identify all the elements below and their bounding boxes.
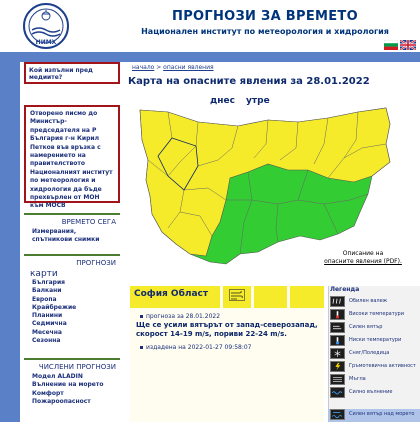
menu-weather-now-heading: ВРЕМЕТО СЕГА xyxy=(61,218,116,226)
menu-numerical-heading: ЧИСЛЕНИ ПРОГНОЗИ xyxy=(38,363,116,371)
breadcrumb: начало > опасни явления xyxy=(128,62,420,74)
menu-numerical: ЧИСЛЕНИ ПРОГНОЗИ Модел ALADIN Вълнение н… xyxy=(24,358,120,422)
bullet-icon xyxy=(140,314,143,318)
sea-waves-icon xyxy=(330,387,345,398)
open-letter-box[interactable]: Отворено писмо до Министър-председателя … xyxy=(24,105,120,209)
breadcrumb-current-link[interactable]: опасни явления xyxy=(163,64,213,71)
menu-item-europe[interactable]: Европа xyxy=(24,296,120,304)
legend-item-high-temperature[interactable]: Високи температури xyxy=(330,309,420,321)
region-forecast-text: Ще се усили вятърът от запад-северозапад… xyxy=(136,321,318,338)
menu-item-mountains[interactable]: Планини xyxy=(24,312,120,320)
legend-title: Легенда xyxy=(330,286,360,293)
menu-item-balkans[interactable]: Балкани xyxy=(24,287,120,295)
site-title: ПРОГНОЗИ ЗА ВРЕМЕТО xyxy=(172,9,358,24)
menu-item-bulgaria[interactable]: България xyxy=(24,279,120,287)
strong-wind-icon xyxy=(229,289,245,301)
high-temperature-icon xyxy=(330,309,345,320)
top-blue-bar xyxy=(20,52,420,62)
menu-item-fire-danger[interactable]: Пожароопасност xyxy=(24,398,120,406)
who-spoke-box[interactable]: Кой изпълни пред медиите? xyxy=(24,62,120,84)
region-forecast-date: прогноза за 28.01.2022 xyxy=(140,313,220,320)
legend-label: Обилен валеж xyxy=(349,298,388,304)
map-note-line2[interactable]: опасните явления (PDF). xyxy=(318,258,408,266)
english-flag-icon[interactable] xyxy=(400,40,416,50)
legend-label: Гръмотевична активност xyxy=(349,363,416,369)
logo-text: НИМХ xyxy=(36,39,57,46)
legend-label: Ниски температури xyxy=(349,337,402,343)
menu-maps-label: карти xyxy=(30,269,58,279)
site-subtitle: Национален институт по метеорология и хи… xyxy=(141,27,389,36)
region-issued-text: издадена на 2022-01-27 09:58:07 xyxy=(146,344,252,351)
legend-item-wind-sea[interactable]: Силен вятър над морето xyxy=(330,409,420,421)
legend-item-low-temperature[interactable]: Ниски температури xyxy=(330,335,420,347)
menu-item-sea-waves[interactable]: Вълнение на морето xyxy=(24,381,120,389)
region-header-cell xyxy=(254,286,287,308)
menu-item-measurements[interactable]: Измервания, xyxy=(24,228,120,236)
fog-icon xyxy=(330,374,345,385)
menu-item-monthly[interactable]: Месечна xyxy=(24,329,120,337)
snow-ice-icon xyxy=(330,348,345,359)
legend-label: Силен вятър xyxy=(349,324,383,330)
menu-item-aladin[interactable]: Модел ALADIN xyxy=(24,373,120,381)
left-blue-strip xyxy=(0,52,20,422)
low-temperature-icon xyxy=(330,335,345,346)
legend-label: Силно вълнение xyxy=(349,389,393,395)
region-header-cell xyxy=(290,286,324,308)
legend-item-snow-ice[interactable]: Сняг/Поледица xyxy=(330,348,420,360)
strong-wind-icon xyxy=(330,322,345,333)
thunderstorm-icon xyxy=(330,361,345,372)
menu-item-satellite[interactable]: спътникови снимки xyxy=(24,236,120,244)
menu-item-weekly[interactable]: Седмична xyxy=(24,320,120,328)
nimh-logo-icon[interactable]: НИМХ xyxy=(22,2,70,50)
map-description-link[interactable]: Описание на опасните явления (PDF). xyxy=(318,250,408,265)
region-forecast-date-text: прогноза за 28.01.2022 xyxy=(146,313,221,320)
who-spoke-label[interactable]: Кой изпълни пред медиите? xyxy=(29,67,93,81)
region-issued: издадена на 2022-01-27 09:58:07 xyxy=(140,344,252,351)
menu-item-seasonal[interactable]: Сезонна xyxy=(24,337,120,345)
map-title: Карта на опасните явления за 28.01.2022 xyxy=(128,76,370,87)
map-note-line1[interactable]: Описание на xyxy=(318,250,408,258)
region-name: София Област xyxy=(134,289,209,299)
legend-item-fog[interactable]: Мъгла xyxy=(330,374,420,386)
legend-label: Високи температури xyxy=(349,311,404,317)
breadcrumb-home-link[interactable]: начало xyxy=(132,64,154,71)
legend-item-thunderstorm[interactable]: Гръмотевична активност xyxy=(330,361,420,373)
legend-item-strong-wind[interactable]: Силен вятър xyxy=(330,322,420,334)
menu-forecasts-heading: ПРОГНОЗИ xyxy=(76,259,116,267)
menu-item-comfort[interactable]: Комфорт xyxy=(24,390,120,398)
menu-forecasts: ПРОГНОЗИ карти България Балкани Европа К… xyxy=(24,254,120,356)
legend-item-heavy-rain[interactable]: Обилен валеж xyxy=(330,296,420,308)
menu-item-coast[interactable]: Крайбрежие xyxy=(24,304,120,312)
wind-sea-icon xyxy=(330,409,345,420)
legend-label: Силен вятър над морето xyxy=(349,411,415,417)
menu-weather-now: ВРЕМЕТО СЕГА Измервания, спътникови сним… xyxy=(24,213,120,249)
open-letter-text[interactable]: Отворено писмо до Министър-председателя … xyxy=(30,110,113,209)
legend-label: Мъгла xyxy=(349,376,366,382)
heavy-rain-icon xyxy=(330,296,345,307)
bulgarian-flag-icon[interactable] xyxy=(384,40,398,50)
breadcrumb-separator: > xyxy=(154,64,164,71)
legend-label: Сняг/Поледица xyxy=(349,350,390,356)
bullet-icon xyxy=(140,345,143,349)
legend-item-sea-waves[interactable]: Силно вълнение xyxy=(330,387,420,399)
